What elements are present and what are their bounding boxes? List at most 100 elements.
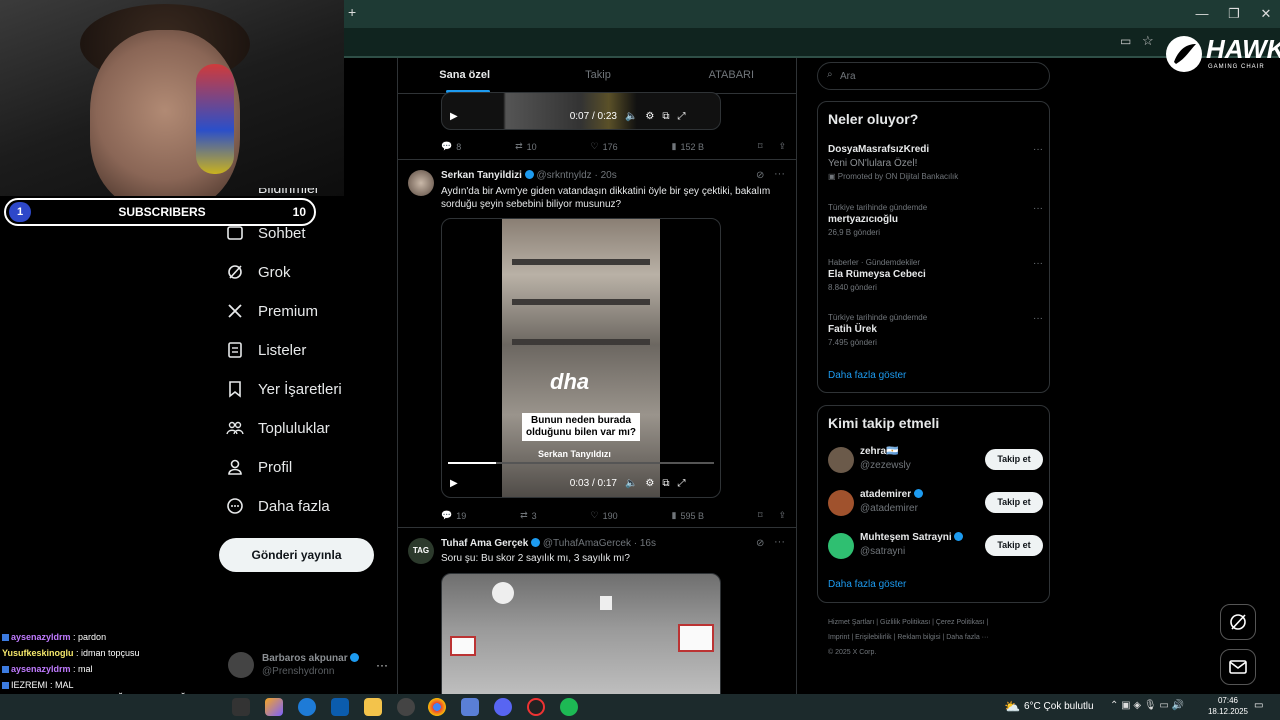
- more-icon[interactable]: ···: [1033, 313, 1043, 324]
- pip-icon[interactable]: ⧉: [662, 111, 669, 122]
- tab-for-you[interactable]: Sana özel: [398, 58, 531, 93]
- sidebar-item-more[interactable]: Daha fazla: [226, 491, 330, 521]
- pip-icon[interactable]: ⧉: [662, 478, 669, 489]
- search-input[interactable]: ⌕ Ara: [817, 62, 1050, 90]
- cast-icon[interactable]: ▭: [1120, 34, 1131, 48]
- trends-show-more[interactable]: Daha fazla göster: [828, 370, 906, 381]
- weather-text[interactable]: 6°C Çok bulutlu: [1024, 701, 1094, 712]
- new-tab-button[interactable]: +: [348, 4, 356, 20]
- more-icon[interactable]: ···: [1033, 258, 1043, 269]
- share-icon[interactable]: ⇪: [778, 141, 786, 152]
- play-icon[interactable]: ▶: [450, 111, 458, 122]
- sidebar-item-notifications[interactable]: Bildirimler: [258, 188, 319, 198]
- tweet-video[interactable]: dha Bunun neden burada olduğunu bilen va…: [441, 218, 721, 498]
- obs-icon[interactable]: [527, 698, 545, 716]
- system-tray-icon[interactable]: ⌃ ▣ ◈ 🎙 ▭ 🔊: [1110, 700, 1184, 711]
- follow-button[interactable]: Takip et: [985, 492, 1043, 513]
- post-button[interactable]: Gönderi yayınla: [219, 538, 374, 572]
- more-circle-icon: [227, 498, 243, 514]
- clock-date[interactable]: 18.12.2025: [1204, 707, 1252, 716]
- volume-icon[interactable]: 🔈: [625, 111, 637, 122]
- minimize-icon[interactable]: —: [1190, 6, 1214, 21]
- retweet-button[interactable]: ⇄ 10: [515, 141, 537, 152]
- task-view-icon[interactable]: [232, 698, 250, 716]
- bookmark-button[interactable]: ⌑ ⇪: [758, 510, 786, 521]
- trend-item[interactable]: DosyaMasrafsızKredi Yeni ON'lulara Özel!…: [828, 144, 1043, 181]
- video-time: 0:03 / 0:17: [569, 477, 617, 489]
- follow-suggestion[interactable]: Muhteşem Satrayni @satrayni Takip et: [828, 531, 1043, 561]
- more-icon[interactable]: ···: [774, 168, 785, 180]
- sidebar-item-premium[interactable]: Premium: [226, 296, 318, 326]
- play-icon[interactable]: ▶: [450, 478, 458, 489]
- app-icon[interactable]: [461, 698, 479, 716]
- follow-suggestion[interactable]: zehra🇦🇷 @zezewsly Takip et: [828, 445, 1043, 475]
- copilot-icon[interactable]: [265, 698, 283, 716]
- trend-item[interactable]: Türkiye tarihinde gündemde Fatih Ürek 7.…: [828, 313, 1043, 347]
- grok-icon[interactable]: ⊘: [756, 538, 764, 549]
- volume-icon[interactable]: 🔈: [625, 478, 637, 489]
- like-button[interactable]: ♡ 176: [591, 141, 618, 152]
- spotify-icon[interactable]: [560, 698, 578, 716]
- reply-button[interactable]: 💬 8: [441, 141, 461, 152]
- trend-item[interactable]: Türkiye tarihinde gündemde mertyazıcıoğl…: [828, 203, 1043, 237]
- close-icon[interactable]: ✕: [1254, 6, 1278, 22]
- author-name[interactable]: Tuhaf Ama Gerçek: [441, 538, 528, 549]
- trend-item[interactable]: Haberler · Gündemdekiler Ela Rümeysa Ceb…: [828, 258, 1043, 292]
- sidebar-item-lists[interactable]: Listeler: [226, 335, 306, 365]
- more-icon[interactable]: ···: [774, 536, 785, 548]
- share-icon[interactable]: ⇪: [778, 510, 786, 521]
- chrome-icon[interactable]: [428, 698, 446, 716]
- author-name[interactable]: Serkan Tanyildizi: [441, 170, 522, 181]
- sidebar-item-bookmarks[interactable]: Yer İşaretleri: [226, 374, 342, 404]
- follow-button[interactable]: Takip et: [985, 449, 1043, 470]
- sidebar-item-profile[interactable]: Profil: [226, 452, 292, 482]
- settings-icon[interactable]: ⚙: [645, 111, 654, 122]
- bookmark-button[interactable]: ⌑ ⇪: [758, 141, 786, 152]
- follow-suggestion[interactable]: atademirer @atademirer Takip et: [828, 488, 1043, 518]
- author-handle[interactable]: @srkntnyldz: [537, 170, 592, 181]
- tweet-video[interactable]: [441, 573, 721, 700]
- tweet-video[interactable]: ▶ 0:07 / 0:23 🔈 ⚙ ⧉ ⤢: [441, 92, 721, 130]
- grok-float-button[interactable]: [1220, 604, 1256, 640]
- fullscreen-icon[interactable]: ⤢: [678, 111, 686, 122]
- author-handle[interactable]: @TuhafAmaGercek: [543, 538, 631, 549]
- more-icon[interactable]: ···: [376, 658, 388, 672]
- star-icon[interactable]: ☆: [1142, 33, 1154, 49]
- tab-atabari[interactable]: ATABARI: [665, 58, 796, 93]
- grok-icon[interactable]: ⊘: [756, 170, 764, 181]
- like-button[interactable]: ♡ 190: [591, 510, 618, 521]
- sidebar-item-communities[interactable]: Topluluklar: [226, 413, 330, 443]
- sidebar-item-grok[interactable]: Grok: [226, 257, 291, 287]
- app-icon[interactable]: [397, 698, 415, 716]
- file-explorer-icon[interactable]: [364, 698, 382, 716]
- reply-button[interactable]: 💬 19: [441, 510, 466, 521]
- sidebar-item-chat[interactable]: Sohbet: [226, 218, 306, 248]
- tweet[interactable]: ▶ 0:07 / 0:23 🔈 ⚙ ⧉ ⤢ 💬 8 ⇄ 10 ♡ 176 ▮ 152 B…: [398, 92, 796, 160]
- restore-icon[interactable]: ❐: [1222, 6, 1246, 22]
- fullscreen-icon[interactable]: ⤢: [678, 478, 686, 489]
- chat-username: aysenazyldrm: [11, 664, 74, 674]
- settings-icon[interactable]: ⚙: [645, 478, 654, 489]
- more-icon[interactable]: ···: [1033, 203, 1043, 214]
- footer-line[interactable]: Imprint | Erişilebilirlik | Reklam bilgi…: [828, 630, 1043, 645]
- address-bar[interactable]: ▭ ☆: [344, 28, 1280, 58]
- edge-icon[interactable]: [298, 698, 316, 716]
- footer-line[interactable]: Hizmet Şartları | Gizlilik Politikası | …: [828, 615, 1043, 630]
- tab-following[interactable]: Takip: [531, 58, 664, 93]
- retweet-button[interactable]: ⇄ 3: [520, 510, 537, 521]
- store-icon[interactable]: [331, 698, 349, 716]
- tweet[interactable]: Serkan Tanyildizi @srkntnyldz · 20s ⊘ ··…: [398, 160, 796, 528]
- account-switcher[interactable]: Barbaros akpunar @Prenshydronn ···: [228, 648, 388, 682]
- discord-icon[interactable]: [494, 698, 512, 716]
- video-progress-track[interactable]: [448, 462, 714, 464]
- views-button[interactable]: ▮ 152 B: [671, 141, 703, 152]
- copyright: © 2025 X Corp.: [828, 649, 877, 656]
- follow-show-more[interactable]: Daha fazla göster: [828, 579, 906, 590]
- messages-float-button[interactable]: [1220, 649, 1256, 685]
- views-button[interactable]: ▮ 595 B: [671, 510, 703, 521]
- more-icon[interactable]: ···: [1033, 144, 1043, 155]
- notification-icon[interactable]: ▭: [1254, 700, 1263, 711]
- clock-time[interactable]: 07:46: [1204, 696, 1252, 705]
- follow-button[interactable]: Takip et: [985, 535, 1043, 556]
- tweet[interactable]: TAG Tuhaf Ama Gerçek @TuhafAmaGercek · 1…: [398, 528, 796, 700]
